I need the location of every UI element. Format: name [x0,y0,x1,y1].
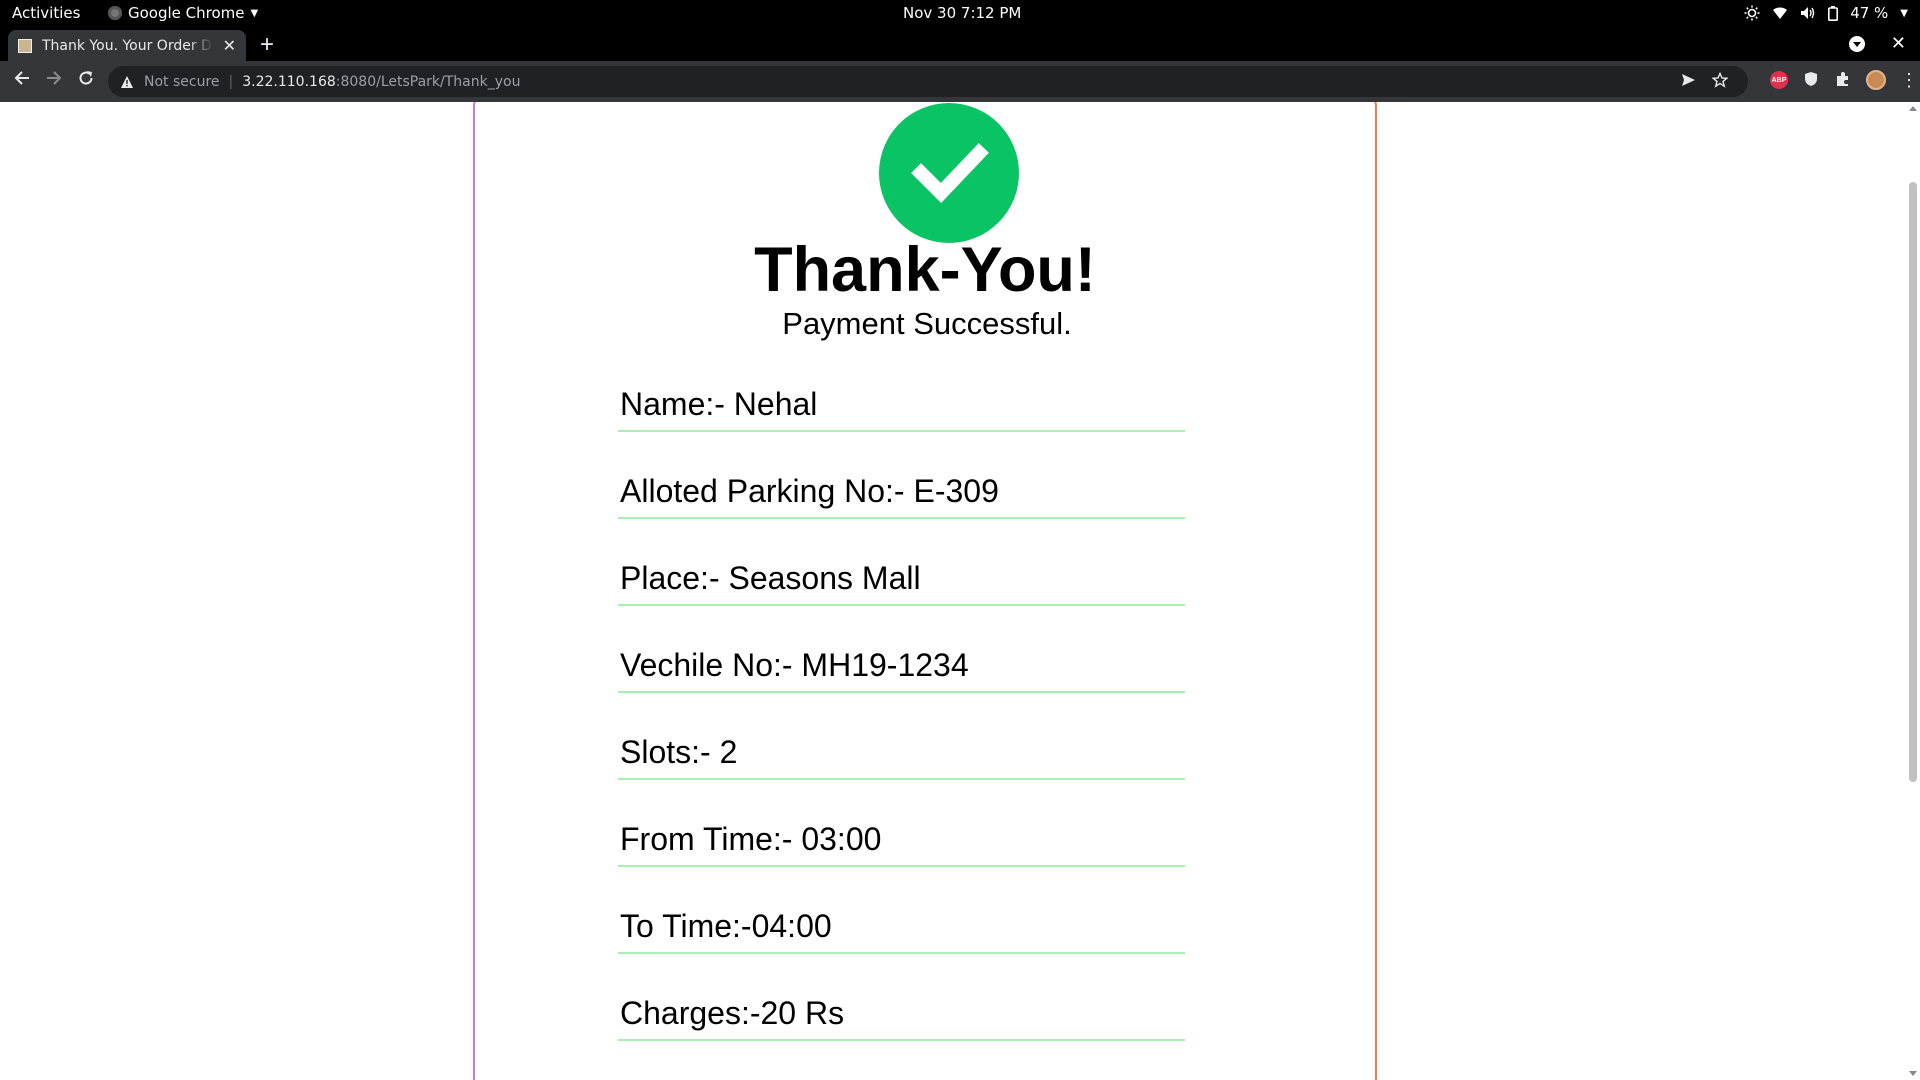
system-tray[interactable]: 47 % ▼ [1744,4,1908,22]
scroll-up-icon[interactable] [1909,106,1917,111]
clock[interactable]: Nov 30 7:12 PM [903,4,1021,22]
battery-percent: 47 % [1850,4,1889,22]
url-separator: | [228,73,234,90]
detail-charges: Charges:-20 Rs [618,983,1185,1070]
chevron-down-icon: ▼ [1900,7,1908,19]
divider [618,604,1185,606]
divider [618,865,1185,867]
more-menu-icon[interactable]: ⋮ [1900,71,1918,89]
profile-avatar[interactable] [1866,70,1886,90]
address-bar[interactable]: Not secure | 3.22.110.168 :8080/LetsPark… [108,66,1748,97]
puzzle-icon[interactable] [1834,71,1852,89]
favicon-icon [18,38,32,53]
divider [618,952,1185,954]
tab-title: Thank You. Your Order Details [42,37,213,54]
app-menu-label: Google Chrome [128,4,245,22]
window-close-icon[interactable]: ✕ [1891,33,1906,54]
page-viewport: Thank-You! Payment Successful. Name:- Ne… [0,102,1906,1080]
shield-icon[interactable] [1802,71,1820,89]
divider [618,517,1185,519]
warning-icon [121,75,133,88]
detail-parking-no: Alloted Parking No:- E-309 [618,461,1185,548]
wifi-icon [1772,6,1788,20]
back-arrow-icon[interactable] [11,70,33,91]
battery-icon [1828,5,1839,21]
url-host: 3.22.110.168 [242,73,336,90]
detail-to-time: To Time:-04:00 [618,896,1185,983]
reload-icon[interactable] [75,70,97,91]
receipt-card: Thank-You! Payment Successful. Name:- Ne… [473,102,1377,1080]
close-icon[interactable]: ✕ [223,36,236,55]
detail-name: Name:- Nehal [618,374,1185,461]
detail-text: Name:- Nehal [620,386,818,422]
send-icon[interactable] [1680,72,1696,92]
detail-text: Vechile No:- MH19-1234 [620,647,969,683]
security-label[interactable]: Not secure [144,74,220,90]
detail-text: Charges:-20 Rs [620,995,845,1031]
activities-button[interactable]: Activities [12,4,80,22]
tab-search-icon[interactable] [1848,35,1865,52]
browser-toolbar: Not secure | 3.22.110.168 :8080/LetsPark… [0,61,1920,102]
new-tab-button[interactable]: + [260,33,274,57]
bookmark-star-icon[interactable] [1711,71,1729,92]
browser-tab[interactable]: Thank You. Your Order Details ✕ [8,30,246,61]
vertical-scrollbar[interactable] [1906,102,1920,1080]
tab-strip: Thank You. Your Order Details ✕ + ✕ [0,27,1920,61]
detail-slots: Slots:- 2 [618,722,1185,809]
adblock-plus-icon[interactable]: ABP [1770,71,1788,89]
detail-text: From Time:- 03:00 [620,821,882,857]
divider [618,430,1185,432]
detail-text: Place:- Seasons Mall [620,560,921,596]
detail-text: Slots:- 2 [620,734,738,770]
forward-arrow-icon[interactable] [43,70,65,91]
brightness-icon [1744,5,1760,21]
detail-text: To Time:-04:00 [620,908,832,944]
payment-status: Payment Successful. [782,306,1072,341]
system-top-bar: Activities Google Chrome ▼ Nov 30 7:12 P… [0,0,1920,27]
detail-vehicle-no: Vechile No:- MH19-1234 [618,635,1185,722]
divider [618,691,1185,693]
detail-from-time: From Time:- 03:00 [618,809,1185,896]
detail-place: Place:- Seasons Mall [618,548,1185,635]
volume-icon [1800,6,1816,20]
app-menu[interactable]: Google Chrome ▼ [108,4,258,22]
url-path: :8080/LetsPark/Thank_you [335,73,521,90]
page-title: Thank-You! [754,235,1096,305]
scrollbar-thumb[interactable] [1909,182,1917,782]
scroll-down-icon[interactable] [1909,1071,1917,1076]
detail-text: Alloted Parking No:- E-309 [620,473,999,509]
divider [618,778,1185,780]
order-details: Name:- Nehal Alloted Parking No:- E-309 … [618,374,1185,1070]
chrome-app-icon [108,6,122,20]
chevron-down-icon: ▼ [250,7,259,19]
divider [618,1039,1185,1041]
success-check-icon [879,103,1019,243]
